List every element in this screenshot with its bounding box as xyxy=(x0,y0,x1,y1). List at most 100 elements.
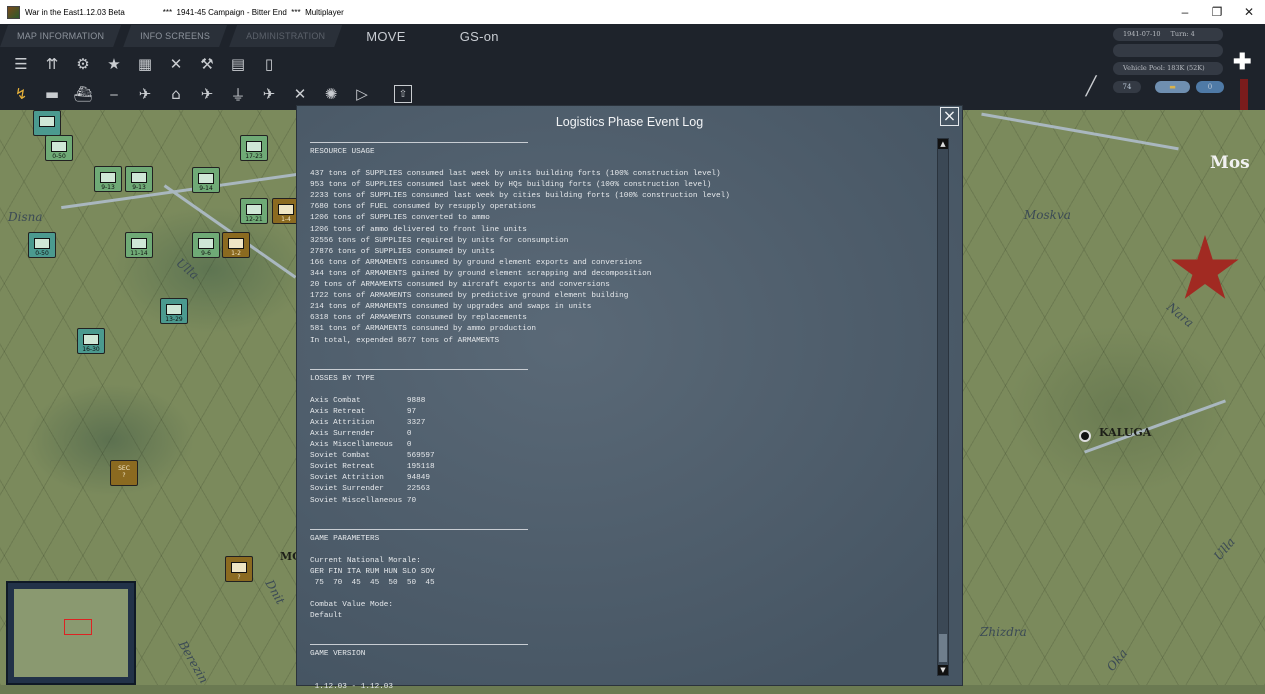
game-toolbar: MAP INFORMATION INFO SCREENS ADMINISTRAT… xyxy=(0,24,1265,119)
log-line: 344 tons of ARMAMENTS gained by ground e… xyxy=(310,269,652,278)
toggle-value-pill[interactable]: 0 xyxy=(1196,81,1224,93)
document-icon[interactable]: ▤ xyxy=(227,53,249,75)
logistics-log-dialog: Logistics Phase Event Log × RESOURCE USA… xyxy=(297,106,962,691)
unit-counter[interactable]: 12-21 xyxy=(240,198,268,224)
interdiction-icon[interactable]: ✕ xyxy=(289,83,311,105)
log-line: 1.12.03 - 1.12.03 xyxy=(310,683,394,692)
rail-icon[interactable]: ⚒ xyxy=(196,53,218,75)
unit-counter[interactable]: 11-14 xyxy=(125,232,153,258)
vehicle-pool-label: Vehicle Pool: 183K (52K) xyxy=(1123,64,1205,72)
unit-counter[interactable]: 9-13 xyxy=(94,166,122,192)
factory-icon[interactable]: ▦ xyxy=(134,53,156,75)
log-line: 27876 tons of SUPPLIES consumed by units xyxy=(310,247,495,256)
tank-icon[interactable]: ▬ xyxy=(41,83,63,105)
unit-counter[interactable]: 9-6 xyxy=(192,232,220,258)
unit-counter[interactable]: 0-50 xyxy=(45,135,73,161)
unit-counter[interactable]: 1-2 xyxy=(222,232,250,258)
toggle-pill[interactable]: ▬ xyxy=(1155,81,1190,93)
section-heading: GAME VERSION xyxy=(310,650,366,659)
event-log-text: RESOURCE USAGE 437 tons of SUPPLIES consu… xyxy=(310,142,930,694)
close-window-button[interactable]: ✕ xyxy=(1233,0,1265,24)
section-separator xyxy=(310,644,528,646)
unit-counter[interactable]: 17-23 xyxy=(240,135,268,161)
log-line: Soviet Retreat 195118 xyxy=(310,463,435,472)
upload-icon[interactable]: ⇧ xyxy=(394,85,412,103)
minimap-viewport-rect[interactable] xyxy=(64,619,92,635)
pencil-icon[interactable]: ╱ xyxy=(1080,76,1102,98)
unit-counter[interactable]: 1-4 xyxy=(272,198,300,224)
toolbar-row-1: ☰ ⇈ ⚙ ★ ▦ ✕ ⚒ ▤ ▯ xyxy=(10,52,289,76)
minimap[interactable] xyxy=(6,581,136,685)
plane-icon[interactable]: ✈ xyxy=(196,83,218,105)
unit-counter[interactable]: SEC? xyxy=(110,460,138,486)
log-line: 581 tons of ARMAMENTS consumed by ammo p… xyxy=(310,325,537,334)
map-label-moskva: Moskva xyxy=(1024,208,1071,222)
log-line: 32556 tons of SUPPLIES required by units… xyxy=(310,236,569,245)
supply-lines-icon[interactable]: ✕ xyxy=(165,53,187,75)
turn-label: Turn: 4 xyxy=(1170,30,1195,38)
star-icon[interactable]: ★ xyxy=(103,53,125,75)
log-line: Soviet Attrition 94849 xyxy=(310,474,430,483)
section-separator xyxy=(310,528,528,530)
card-icon[interactable]: ▯ xyxy=(258,53,280,75)
move-mode-icon[interactable]: ↯ xyxy=(10,83,32,105)
log-line: 953 tons of SUPPLIES consumed last week … xyxy=(310,181,712,190)
unit-counter[interactable]: ? xyxy=(225,556,253,582)
date-turn-display: 1941-07-10 Turn: 4 xyxy=(1113,28,1223,41)
unit-counter[interactable]: 9-13 xyxy=(125,166,153,192)
log-line: 437 tons of SUPPLIES consumed last week … xyxy=(310,170,721,179)
unit-counter[interactable]: 16-30 xyxy=(77,328,105,354)
tab-administration[interactable]: ADMINISTRATION xyxy=(229,25,342,47)
unit-counter[interactable]: 0-50 xyxy=(28,232,56,258)
log-line: Default xyxy=(310,612,343,621)
ship-icon[interactable]: ⛴ xyxy=(72,83,94,105)
window-titlebar: War in the East1.12.03 Beta *** 1941-45 … xyxy=(0,0,1265,24)
unit-counter[interactable]: 9-14 xyxy=(192,167,220,193)
toolbar-row-2: ↯ ▬ ⛴ ⎯ ✈ ⌂ ✈ ⏚ ✈ ✕ ✺ ▷ ⇧ xyxy=(10,82,421,106)
log-line: Axis Attrition 3327 xyxy=(310,418,426,427)
log-line: GER FIN ITA RUM HUN SLO SOV xyxy=(310,567,435,576)
dialog-title: Logistics Phase Event Log xyxy=(555,115,704,129)
air-strike-icon[interactable]: ✈ xyxy=(134,83,156,105)
scroll-up-icon[interactable]: ▲ xyxy=(938,139,948,149)
close-icon[interactable]: × xyxy=(940,107,959,126)
bomber-icon[interactable]: ⏚ xyxy=(227,83,249,105)
log-line: Combat Value Mode: xyxy=(310,601,394,610)
log-line: 1206 tons of SUPPLIES converted to ammo xyxy=(310,214,490,223)
unit-counter[interactable]: 13-29 xyxy=(160,298,188,324)
log-line: Axis Miscellaneous 0 xyxy=(310,441,412,450)
stack-icon[interactable]: ☰ xyxy=(10,53,32,75)
naval-icon[interactable]: ⎯ xyxy=(103,83,125,105)
tab-info-screens[interactable]: INFO SCREENS xyxy=(123,25,227,47)
log-line: 20 tons of ARMAMENTS consumed by aircraf… xyxy=(310,281,610,290)
mode-move-label[interactable]: MOVE xyxy=(366,29,405,44)
recon-icon[interactable]: ✈ xyxy=(258,83,280,105)
window-subtitle: *** 1941-45 Campaign - Bitter End *** Mu… xyxy=(162,7,344,17)
explosion-icon[interactable]: ✺ xyxy=(320,83,342,105)
window-controls: – ❐ ✕ xyxy=(1169,0,1265,24)
log-line: Soviet Surrender 22563 xyxy=(310,485,430,494)
log-scrollbar[interactable]: ▲ ▼ xyxy=(937,138,949,676)
city-kaluga: KALUGA xyxy=(1099,426,1152,439)
log-line: In total, expended 8677 tons of ARMAMENT… xyxy=(310,336,500,345)
minimize-button[interactable]: – xyxy=(1169,0,1201,24)
restore-button[interactable]: ❐ xyxy=(1201,0,1233,24)
minimap-view xyxy=(14,589,128,677)
airbase-icon[interactable]: ⌂ xyxy=(165,83,187,105)
play-icon[interactable]: ▷ xyxy=(351,83,373,105)
plus-icon[interactable]: ✚ xyxy=(1233,51,1251,73)
scroll-thumb[interactable] xyxy=(939,634,947,662)
gs-toggle[interactable]: GS-on xyxy=(460,29,499,44)
section-heading: RESOURCE USAGE xyxy=(310,148,375,156)
gear-icon[interactable]: ⚙ xyxy=(72,53,94,75)
unit-counter[interactable] xyxy=(33,110,61,136)
units-icon[interactable]: ⇈ xyxy=(41,53,63,75)
log-line: 166 tons of ARMAMENTS consumed by ground… xyxy=(310,258,643,267)
date-label: 1941-07-10 xyxy=(1123,30,1161,38)
tab-map-information[interactable]: MAP INFORMATION xyxy=(0,25,121,47)
scroll-down-icon[interactable]: ▼ xyxy=(938,665,948,675)
log-section: GAME PARAMETERS Current National Morale: G… xyxy=(310,528,930,645)
log-line: 214 tons of ARMAMENTS consumed by upgrad… xyxy=(310,303,592,312)
log-section: GAME VERSION 1.12.03 - 1.12.03 xyxy=(310,644,930,693)
